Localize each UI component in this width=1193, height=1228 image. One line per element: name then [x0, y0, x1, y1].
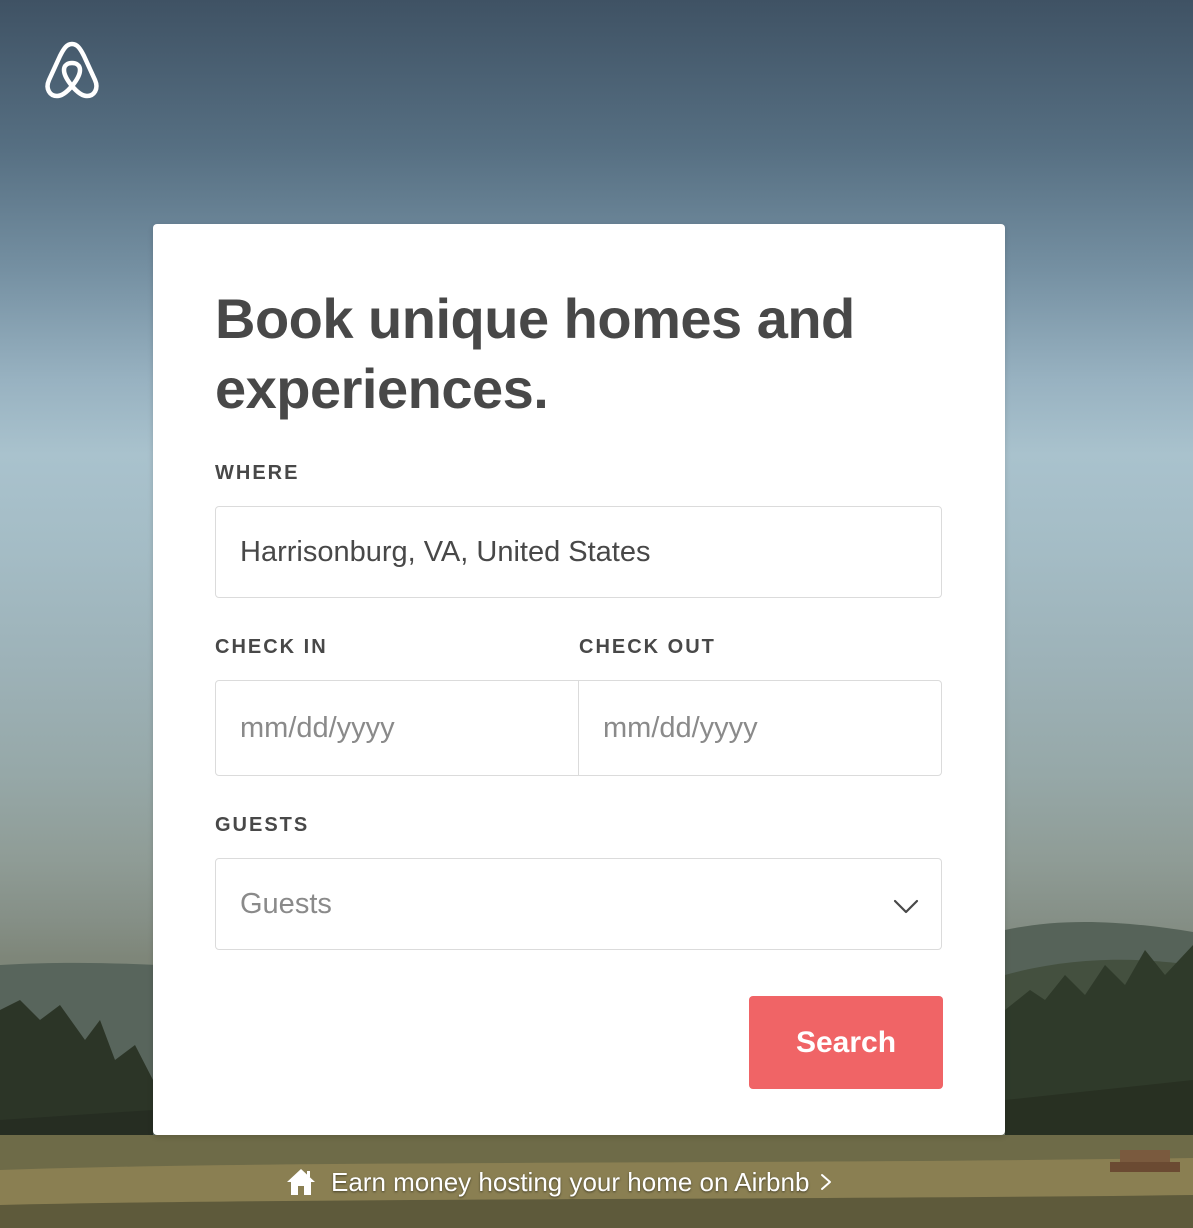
where-input-value: Harrisonburg, VA, United States: [240, 535, 651, 568]
date-range-field: mm/dd/yyyy mm/dd/yyyy: [215, 680, 942, 776]
page-background: Book unique homes and experiences. WHERE…: [0, 0, 1193, 1228]
guests-select-value: Guests: [240, 887, 332, 920]
chevron-down-icon: [893, 899, 919, 914]
page-title: Book unique homes and experiences.: [215, 287, 855, 420]
where-input[interactable]: Harrisonburg, VA, United States: [215, 506, 942, 598]
check-in-input[interactable]: mm/dd/yyyy: [216, 681, 578, 775]
guests-label: GUESTS: [215, 814, 310, 836]
check-in-label: CHECK IN: [215, 636, 328, 658]
check-out-label: CHECK OUT: [579, 636, 716, 658]
check-out-input[interactable]: mm/dd/yyyy: [578, 681, 941, 775]
search-card: Book unique homes and experiences. WHERE…: [153, 224, 1005, 1135]
airbnb-belo-logo-icon[interactable]: [40, 38, 104, 102]
guests-select[interactable]: Guests: [215, 858, 942, 950]
search-button[interactable]: Search: [749, 996, 943, 1089]
host-link[interactable]: Earn money hosting your home on Airbnb: [285, 1160, 833, 1204]
host-link-label: Earn money hosting your home on Airbnb: [331, 1166, 810, 1197]
home-icon: [287, 1169, 315, 1195]
where-label: WHERE: [215, 462, 300, 484]
chevron-right-icon: [821, 1174, 832, 1190]
